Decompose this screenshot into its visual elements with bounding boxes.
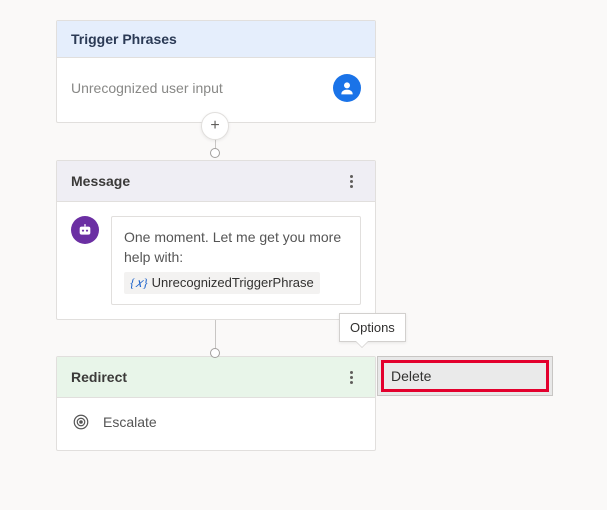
user-icon [333, 74, 361, 102]
trigger-phrases-card[interactable]: Trigger Phrases Unrecognized user input [56, 20, 376, 123]
options-menu: Delete [377, 356, 553, 396]
variable-fx-icon: {𝑥} [130, 274, 148, 293]
variable-name: UnrecognizedTriggerPhrase [152, 274, 314, 293]
bot-icon [71, 216, 99, 244]
options-tooltip: Options [339, 313, 406, 342]
add-node-button[interactable]: + [201, 112, 229, 140]
message-header: Message [71, 173, 130, 189]
message-options-button[interactable] [341, 171, 361, 191]
redirect-options-button[interactable] [341, 367, 361, 387]
redirect-card[interactable]: Redirect Escalate [56, 356, 376, 451]
variable-chip[interactable]: {𝑥} UnrecognizedTriggerPhrase [124, 272, 320, 295]
trigger-phrases-header: Trigger Phrases [57, 21, 375, 58]
escalate-icon [71, 412, 91, 432]
connector-anchor [210, 148, 220, 158]
connector-anchor [210, 348, 220, 358]
trigger-phrase-text: Unrecognized user input [71, 80, 223, 96]
redirect-target: Escalate [103, 414, 157, 430]
message-card[interactable]: Message One moment. Let me get you more … [56, 160, 376, 320]
message-text-box[interactable]: One moment. Let me get you more help wit… [111, 216, 361, 305]
redirect-header: Redirect [71, 369, 127, 385]
menu-item-delete[interactable]: Delete [381, 360, 549, 392]
message-text: One moment. Let me get you more help wit… [124, 227, 348, 268]
